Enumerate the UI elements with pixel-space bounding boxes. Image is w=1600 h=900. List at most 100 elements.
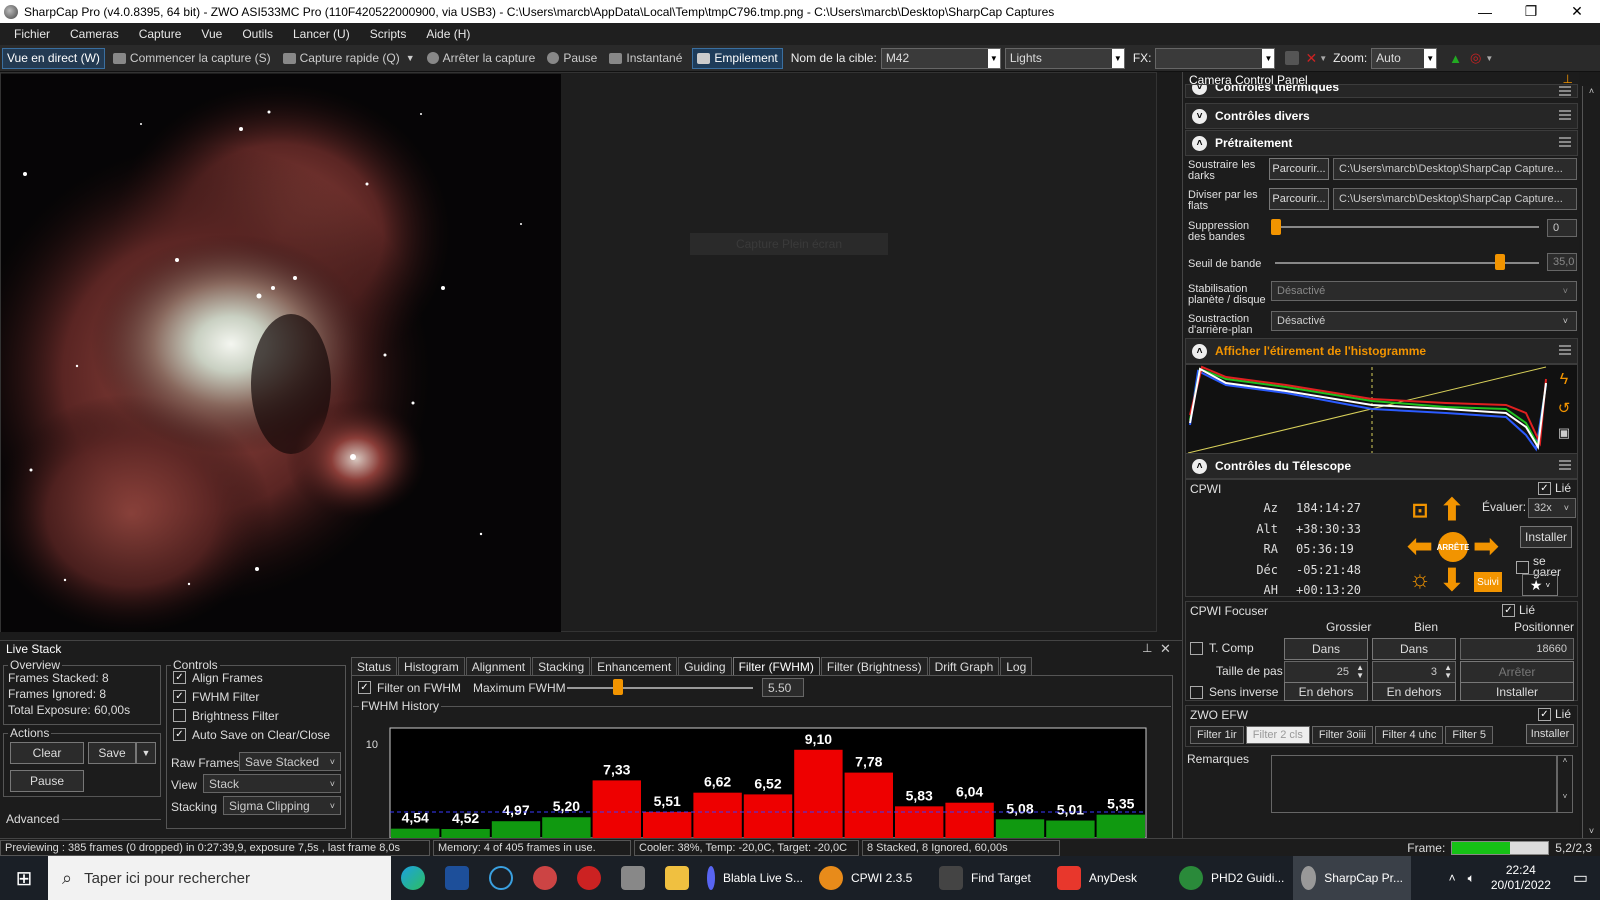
focuser-linked-checkbox[interactable]: ✓ Lié (1501, 604, 1535, 617)
stacking-mode-select[interactable]: Sigma Clipping ˅ (223, 796, 341, 815)
menu-lancer[interactable]: Lancer (U) (293, 27, 350, 41)
mount-install-button[interactable]: Installer (1520, 526, 1572, 548)
flat-path-field[interactable]: C:\Users\marcb\Desktop\SharpCap Capture.… (1333, 188, 1577, 210)
max-fwhm-slider-track[interactable] (567, 687, 753, 689)
background-subtraction-select[interactable]: Désactivé ˅ (1271, 311, 1577, 331)
dark-path-field[interactable]: C:\Users\marcb\Desktop\SharpCap Capture.… (1333, 158, 1577, 180)
thermal-section-header[interactable]: ˅ Contrôles thermiques (1185, 84, 1578, 98)
filter-1-button[interactable]: Filter 1ir (1190, 726, 1244, 744)
scroll-down-icon[interactable]: ˅ (1583, 826, 1600, 836)
brightness-filter-checkbox[interactable]: Brightness Filter (167, 706, 330, 725)
arrow-left-icon[interactable]: ⬅ (1404, 530, 1436, 563)
menu-aide[interactable]: Aide (H) (426, 27, 470, 41)
menu-icon[interactable] (1559, 137, 1571, 147)
close-button[interactable]: ✕ (1554, 0, 1600, 23)
save-button[interactable]: Save (88, 742, 136, 764)
reverse-checkbox[interactable]: Sens inverse (1190, 686, 1278, 699)
windows-start-icon[interactable]: ⊞ (0, 856, 48, 900)
fine-in-button[interactable]: Dans (1372, 638, 1456, 660)
coarse-in-button[interactable]: Dans (1284, 638, 1368, 660)
max-fwhm-slider-handle[interactable] (613, 679, 624, 695)
banding-value-field[interactable]: 0 (1547, 219, 1577, 237)
misc-section-header[interactable]: ˅ Contrôles divers (1185, 103, 1578, 129)
planet-stabilization-select[interactable]: Désactivé ˅ (1271, 281, 1577, 301)
coarse-out-button[interactable]: En dehors (1284, 682, 1368, 701)
maximize-button[interactable]: ❐ (1508, 0, 1554, 23)
band-threshold-slider-handle[interactable] (1495, 254, 1506, 270)
efw-install-button[interactable]: Installer (1526, 724, 1574, 744)
tab-histogram[interactable]: Histogram (398, 657, 465, 676)
track-button[interactable]: Suivi (1474, 572, 1502, 592)
menu-icon[interactable] (1559, 110, 1571, 120)
taskbar-app-find-target[interactable]: Find Target (931, 856, 1049, 900)
menu-fichier[interactable]: Fichier (14, 27, 50, 41)
filter-3-button[interactable]: Filter 3oiii (1311, 726, 1373, 744)
file-explorer-icon[interactable] (655, 856, 699, 900)
chevron-down-icon[interactable]: ▼ (406, 53, 415, 63)
tab-filter-brightness[interactable]: Filter (Brightness) (820, 657, 928, 676)
filter-4-button[interactable]: Filter 4 uhc (1374, 726, 1444, 744)
focuser-install-button[interactable]: Installer (1460, 682, 1574, 701)
coarse-step-field[interactable]: 25 ▲ ▼ (1284, 661, 1368, 683)
chevron-down-icon[interactable]: ▼ (136, 742, 156, 764)
pin-icon[interactable]: ⊥ (1142, 641, 1152, 655)
fine-out-button[interactable]: En dehors (1372, 682, 1456, 701)
stellarium-icon[interactable] (567, 856, 611, 900)
notes-scrollbar[interactable]: ˄ ˅ (1557, 755, 1573, 813)
reset-icon[interactable]: ↺ (1553, 399, 1575, 421)
menu-icon[interactable] (1559, 86, 1571, 96)
star-app-icon[interactable] (611, 856, 655, 900)
menu-cameras[interactable]: Cameras (70, 27, 119, 41)
filter-2-button[interactable]: Filter 2 cls (1245, 726, 1310, 744)
fullscreen-capture-button[interactable]: Capture Plein écran (690, 233, 888, 255)
fx-combo[interactable]: ▼ (1155, 47, 1276, 69)
view-select[interactable]: Stack ˅ (203, 774, 341, 793)
menu-scripts[interactable]: Scripts (370, 27, 407, 41)
zoom-combo[interactable]: Auto ▼ (1371, 47, 1438, 69)
menu-outils[interactable]: Outils (242, 27, 273, 41)
position-field[interactable]: 18660 (1460, 638, 1574, 660)
filter-5-button[interactable]: Filter 5 (1445, 726, 1493, 744)
menu-capture[interactable]: Capture (139, 27, 182, 41)
tab-alignment[interactable]: Alignment (465, 657, 532, 676)
minimize-button[interactable]: — (1462, 0, 1508, 23)
rate-select[interactable]: 32x ˅ (1528, 498, 1576, 518)
tray-chevron-up-icon[interactable]: ˄ (1443, 856, 1462, 900)
telescope-section-header[interactable]: ˄ Contrôles du Télescope (1185, 453, 1578, 479)
tab-status[interactable]: Status (351, 657, 398, 676)
raw-frames-select[interactable]: Save Stacked ˅ (239, 752, 341, 771)
band-threshold-field[interactable]: 35,0 (1547, 253, 1577, 271)
scroll-up-icon[interactable]: ˄ (1583, 86, 1600, 96)
tab-stacking[interactable]: Stacking (532, 657, 591, 676)
arrow-up-icon[interactable]: ⬆ (1436, 494, 1468, 527)
clock[interactable]: 22:24 20/01/2022 (1491, 863, 1551, 893)
tab-enhancement[interactable]: Enhancement (591, 657, 678, 676)
crosshair-icon[interactable]: ✕ (1305, 50, 1317, 67)
stack-pause-button[interactable]: Pause (10, 770, 84, 792)
pixinsight-icon[interactable] (435, 856, 479, 900)
arrow-right-icon[interactable]: ➡ (1470, 530, 1502, 563)
banding-slider-track[interactable] (1275, 226, 1539, 228)
histogram-toggle-icon[interactable] (1285, 51, 1300, 65)
edge-icon[interactable] (391, 856, 435, 900)
histogram-icon[interactable]: ▲ (1449, 51, 1462, 66)
stacking-button[interactable]: Empilement (692, 47, 783, 69)
tcomp-checkbox[interactable]: T. Comp (1190, 642, 1254, 655)
chevron-down-icon[interactable]: ▼ (1319, 54, 1327, 63)
ccleaner-icon[interactable] (479, 856, 523, 900)
taskbar-app-sharpcap[interactable]: SharpCap Pr... (1293, 856, 1411, 900)
panel-scrollbar[interactable]: ˄ ˅ (1582, 86, 1600, 838)
fwhm-filter-checkbox[interactable]: ✓ FWHM Filter (167, 687, 330, 706)
histogram-section-header[interactable]: ˄ Afficher l'étirement de l'histogramme (1185, 338, 1578, 364)
spinner-icon[interactable]: ▲ ▼ (1444, 664, 1452, 680)
dark-browse-button[interactable]: Parcourir... (1269, 158, 1329, 180)
filter-on-fwhm-checkbox[interactable]: ✓ Filter on FWHM (352, 678, 461, 697)
fine-step-field[interactable]: 3 ▲ ▼ (1372, 661, 1456, 683)
spinner-icon[interactable]: ▲ ▼ (1356, 664, 1364, 680)
lightning-icon[interactable]: ϟ (1553, 371, 1575, 393)
preprocessing-section-header[interactable]: ˄ Prétraitement (1185, 130, 1578, 156)
taskbar-app-blabla[interactable]: Blabla Live S... (699, 856, 811, 900)
snapshot-button[interactable]: Instantané (607, 48, 684, 69)
star-icon[interactable]: ★ ˅ (1522, 574, 1558, 596)
stop-capture-button[interactable]: Arrêter la capture (425, 48, 538, 69)
